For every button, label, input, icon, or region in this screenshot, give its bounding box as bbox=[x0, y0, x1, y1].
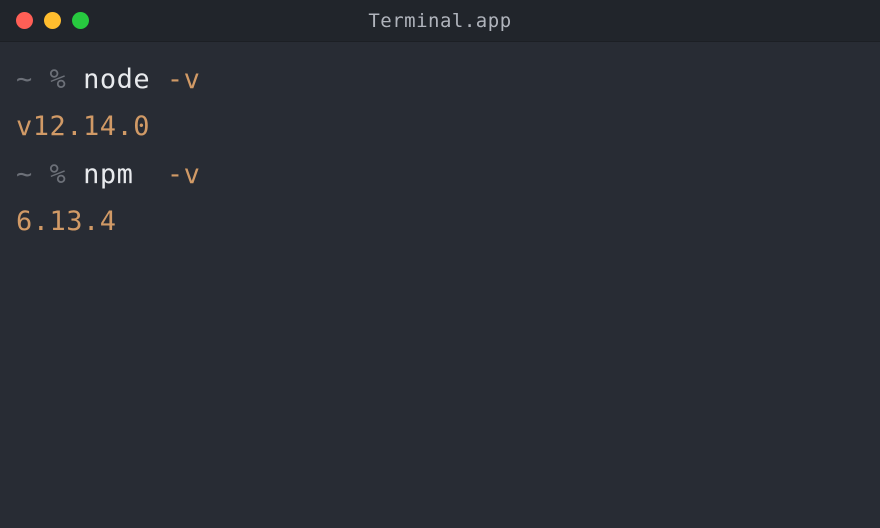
prompt-symbol: % bbox=[50, 64, 67, 95]
prompt-symbol: % bbox=[50, 159, 67, 190]
output-line: v12.14.0 bbox=[16, 103, 864, 150]
command-flag: -v bbox=[167, 64, 201, 95]
window-title: Terminal.app bbox=[0, 10, 880, 32]
prompt-line: ~ % node -v bbox=[16, 56, 864, 103]
prompt-line: ~ % npm -v bbox=[16, 151, 864, 198]
close-icon[interactable] bbox=[16, 12, 33, 29]
prompt-path: ~ bbox=[16, 64, 33, 95]
traffic-lights bbox=[0, 12, 89, 29]
command-text: npm bbox=[83, 159, 133, 190]
prompt-path: ~ bbox=[16, 159, 33, 190]
minimize-icon[interactable] bbox=[44, 12, 61, 29]
window-titlebar: Terminal.app bbox=[0, 0, 880, 42]
output-line: 6.13.4 bbox=[16, 198, 864, 245]
command-flag: -v bbox=[167, 159, 201, 190]
command-text: node bbox=[83, 64, 150, 95]
terminal-content[interactable]: ~ % node -v v12.14.0 ~ % npm -v 6.13.4 bbox=[0, 42, 880, 259]
zoom-icon[interactable] bbox=[72, 12, 89, 29]
